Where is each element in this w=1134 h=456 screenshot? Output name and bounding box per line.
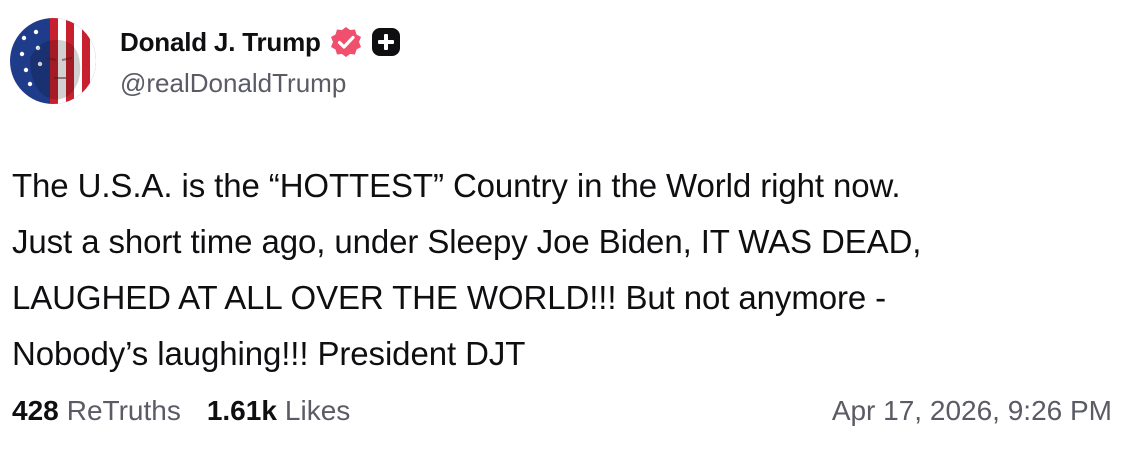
likes-count[interactable]: 1.61k — [207, 395, 277, 427]
truth-post: Donald J. Trump @realDonaldTrump The U.S… — [0, 0, 1134, 456]
truth-plus-icon — [371, 27, 401, 57]
post-text: The U.S.A. is the “HOTTEST” Country in t… — [12, 167, 922, 372]
avatar-image — [10, 18, 96, 104]
retruths-label[interactable]: ReTruths — [67, 395, 181, 427]
avatar[interactable] — [10, 18, 96, 104]
likes-label[interactable]: Likes — [285, 395, 350, 427]
post-stats: 428 ReTruths 1.61k Likes — [12, 395, 350, 427]
author-handle[interactable]: @realDonaldTrump — [120, 68, 401, 99]
author-display-name[interactable]: Donald J. Trump — [120, 27, 321, 58]
verified-badge-icon — [329, 25, 363, 59]
post-author: Donald J. Trump @realDonaldTrump — [120, 24, 401, 99]
author-name-row: Donald J. Trump — [120, 24, 401, 60]
post-timestamp[interactable]: Apr 17, 2026, 9:26 PM — [832, 395, 1112, 427]
retruths-count[interactable]: 428 — [12, 395, 59, 427]
